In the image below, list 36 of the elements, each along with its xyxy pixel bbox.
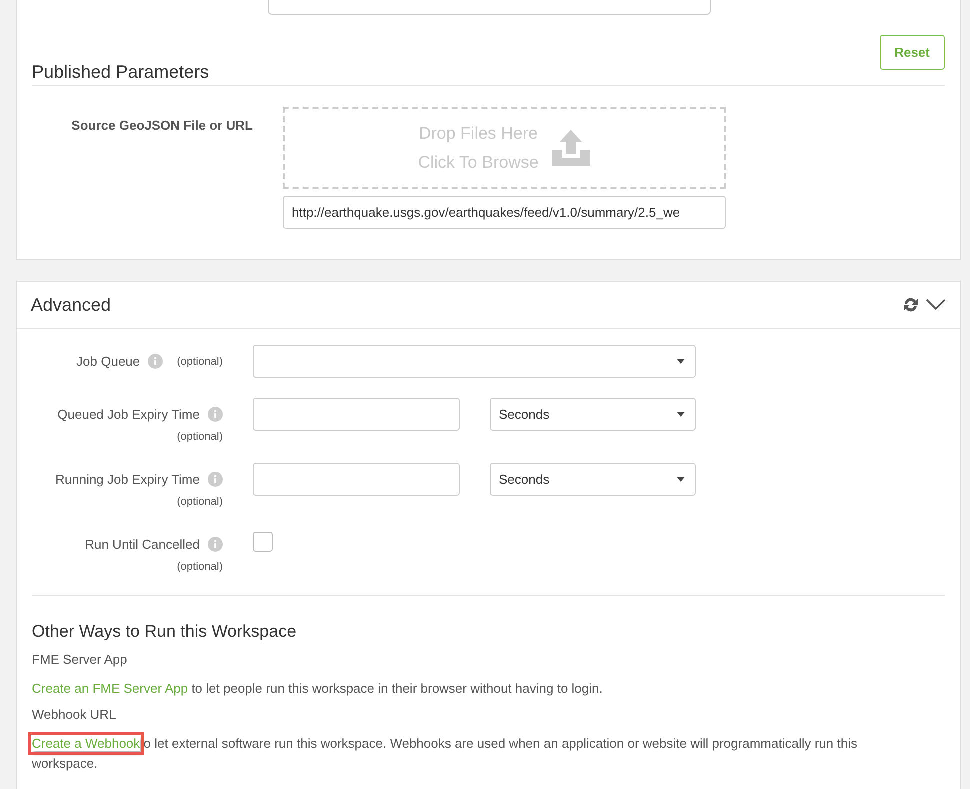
section-title: Published Parameters bbox=[32, 62, 945, 86]
optional-note: (optional) bbox=[177, 431, 223, 443]
select-field[interactable] bbox=[253, 345, 696, 378]
panel-title: Advanced bbox=[31, 294, 112, 316]
info-icon[interactable] bbox=[208, 407, 223, 422]
url-input[interactable]: http://earthquake.usgs.gov/earthquakes/feed/v1.0/summary/2.5_we bbox=[283, 196, 726, 229]
info-icon[interactable] bbox=[208, 472, 223, 487]
checkbox[interactable] bbox=[253, 532, 273, 552]
field-label: Source GeoJSON File or URL bbox=[70, 117, 253, 135]
input-field[interactable] bbox=[253, 463, 460, 496]
select-field[interactable] bbox=[268, 0, 711, 15]
section-title: Other Ways to Run this Workspace bbox=[32, 622, 298, 642]
field-label: Job Queue bbox=[76, 354, 140, 369]
caret-icon bbox=[677, 412, 685, 417]
optional-note: (optional) bbox=[177, 561, 223, 573]
optional-note: (optional) bbox=[177, 496, 223, 508]
field-label: Queued Job Expiry Time bbox=[58, 407, 200, 422]
unit-select[interactable]: Seconds bbox=[490, 463, 696, 496]
caret-icon bbox=[677, 477, 685, 482]
description-text: Create a Webhook o let external software run this workspace. Webhooks are used when an application or website will programmatically run this workspace. bbox=[32, 734, 912, 774]
refresh-icon[interactable] bbox=[902, 296, 920, 314]
optional-note: (optional) bbox=[177, 356, 223, 368]
info-icon[interactable] bbox=[148, 354, 164, 369]
subheading: FME Server App bbox=[32, 652, 128, 667]
input-field[interactable] bbox=[253, 398, 460, 431]
description-text: Create an FME Server App to let people run this workspace in their browser without having to login. bbox=[32, 680, 604, 698]
create-link[interactable]: Create an FME Server App bbox=[32, 681, 188, 696]
reset-button[interactable]: Reset bbox=[880, 35, 945, 70]
info-icon[interactable] bbox=[208, 537, 223, 552]
unit-select[interactable]: Seconds bbox=[490, 398, 696, 431]
caret-icon bbox=[677, 359, 685, 364]
upload-icon bbox=[550, 128, 591, 168]
field-label: Running Job Expiry Time bbox=[55, 472, 200, 487]
chevron-icon[interactable] bbox=[926, 299, 946, 311]
field-label: Run Until Cancelled bbox=[85, 537, 200, 552]
subheading: Webhook URL bbox=[32, 707, 118, 722]
